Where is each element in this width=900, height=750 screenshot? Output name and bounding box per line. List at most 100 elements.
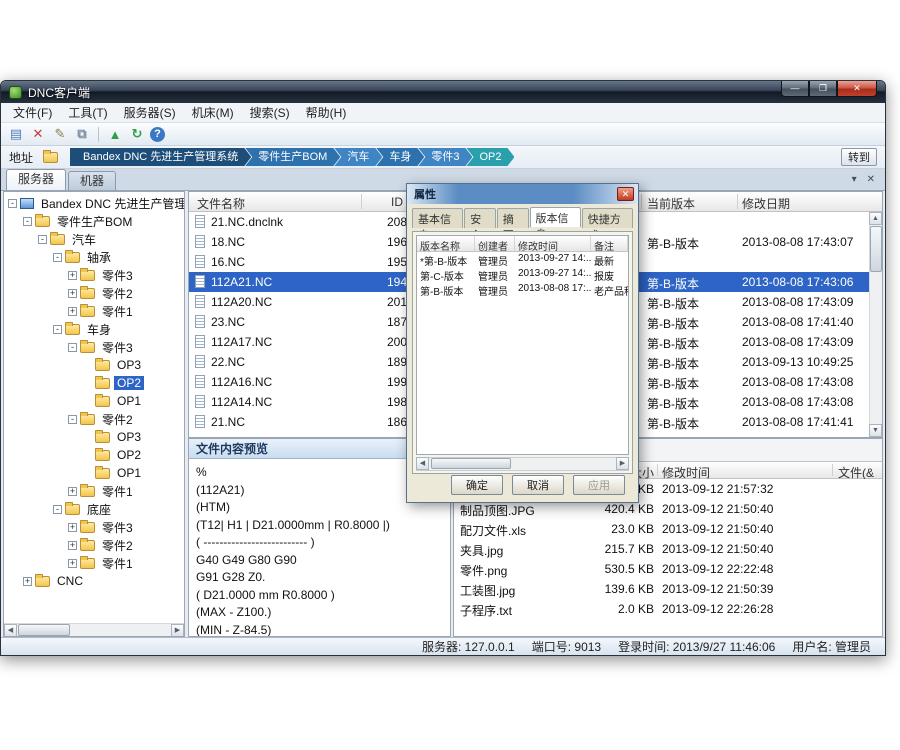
tab-server[interactable]: 服务器	[6, 169, 66, 190]
dialog-tab[interactable]: 摘要	[497, 208, 529, 228]
refresh-icon[interactable]: ↻	[128, 125, 146, 143]
tree-item[interactable]: OP1	[4, 392, 184, 410]
new-file-icon[interactable]: ▤	[7, 125, 25, 143]
tree-item[interactable]: -零件2	[4, 410, 184, 428]
scroll-down-icon[interactable]: ▼	[869, 424, 882, 437]
collapse-icon[interactable]: -	[53, 325, 62, 334]
close-button[interactable]: ✕	[837, 81, 877, 97]
help-icon[interactable]: ?	[150, 127, 165, 142]
expand-icon[interactable]: +	[68, 487, 77, 496]
collapse-icon[interactable]: -	[38, 235, 47, 244]
tree-item[interactable]: OP3	[4, 356, 184, 374]
breadcrumb-segment[interactable]: 零件3	[418, 148, 472, 166]
dialog-tab[interactable]: 快捷方式	[582, 208, 633, 228]
scroll-left-icon[interactable]: ◀	[4, 624, 17, 637]
column-current-version[interactable]: 当前版本	[647, 195, 695, 212]
cancel-button[interactable]: 取消	[512, 475, 564, 495]
scroll-right-icon[interactable]: ▶	[171, 624, 184, 637]
version-row[interactable]: 第-C-版本管理员2013-09-27 14:...报废	[417, 267, 628, 282]
tree-item[interactable]: +零件2	[4, 536, 184, 554]
tree-item[interactable]: -车身	[4, 320, 184, 338]
tree-item[interactable]: +零件3	[4, 518, 184, 536]
tab-machine[interactable]: 机器	[68, 171, 116, 190]
column-file-name[interactable]: 文件名称	[197, 195, 245, 212]
collapse-icon[interactable]: -	[23, 217, 32, 226]
tree-item[interactable]: -底座	[4, 500, 184, 518]
dialog-titlebar[interactable]: 属性 ✕	[407, 184, 638, 204]
breadcrumb-segment[interactable]: OP2	[466, 148, 514, 166]
column-id[interactable]: ID	[329, 195, 403, 209]
column-modify-time[interactable]: 修改时间	[515, 236, 591, 251]
dialog-horizontal-scrollbar[interactable]: ◀ ▶	[416, 457, 629, 471]
scroll-thumb[interactable]	[18, 624, 70, 636]
pane-menu-icon[interactable]: ▾	[852, 174, 857, 185]
tree-item[interactable]: +零件2	[4, 284, 184, 302]
tree-item[interactable]: -零件3	[4, 338, 184, 356]
tree-item[interactable]: -Bandex DNC 先进生产管理系统	[4, 194, 184, 212]
column-creator[interactable]: 创建者	[475, 236, 515, 251]
expand-icon[interactable]: +	[68, 523, 77, 532]
expand-icon[interactable]: +	[68, 541, 77, 550]
version-row[interactable]: 第-B-版本管理员2013-08-08 17:...老产品程序	[417, 282, 628, 297]
ok-button[interactable]: 确定	[451, 475, 503, 495]
dialog-tab[interactable]: 版本信息	[530, 207, 581, 227]
tree-item[interactable]: +零件1	[4, 482, 184, 500]
tree-item[interactable]: OP1	[4, 464, 184, 482]
go-button[interactable]: 转到	[841, 148, 877, 166]
scroll-up-icon[interactable]: ▲	[869, 212, 882, 225]
attachment-row[interactable]: 子程序.txt2.0 KB2013-09-12 22:26:28	[454, 599, 882, 619]
maximize-button[interactable]: ❐	[809, 81, 837, 97]
menu-item[interactable]: 机床(M)	[184, 102, 242, 123]
scroll-thumb[interactable]	[870, 226, 882, 272]
expand-icon[interactable]: +	[68, 559, 77, 568]
breadcrumb-segment[interactable]: 车身	[376, 148, 424, 166]
tree-item[interactable]: OP2	[4, 446, 184, 464]
menu-item[interactable]: 服务器(S)	[116, 102, 184, 123]
column-version-name[interactable]: 版本名称	[417, 236, 475, 251]
upload-icon[interactable]: ▲	[106, 125, 124, 143]
pane-close-icon[interactable]: ✕	[867, 174, 875, 185]
tree-item[interactable]: +零件1	[4, 554, 184, 572]
expand-icon[interactable]: +	[68, 271, 77, 280]
dialog-close-icon[interactable]: ✕	[617, 187, 634, 201]
tree-item[interactable]: +零件1	[4, 302, 184, 320]
collapse-icon[interactable]: -	[8, 199, 17, 208]
collapse-icon[interactable]: -	[53, 505, 62, 514]
collapse-icon[interactable]: -	[53, 253, 62, 262]
tree-item[interactable]: -汽车	[4, 230, 184, 248]
attachment-row[interactable]: 工装图.jpg139.6 KB2013-09-12 21:50:39	[454, 579, 882, 599]
tree-item[interactable]: -零件生产BOM	[4, 212, 184, 230]
scroll-thumb[interactable]	[431, 458, 511, 469]
collapse-icon[interactable]: -	[68, 415, 77, 424]
dialog-tab[interactable]: 基本信息	[412, 208, 463, 228]
copy-icon[interactable]: ⧉	[73, 125, 91, 143]
attachment-row[interactable]: 夹具.jpg215.7 KB2013-09-12 21:50:40	[454, 539, 882, 559]
edit-icon[interactable]: ✎	[51, 125, 69, 143]
tree-item[interactable]: OP3	[4, 428, 184, 446]
tree-item[interactable]: +CNC	[4, 572, 184, 590]
attachment-row[interactable]: 配刀文件.xls23.0 KB2013-09-12 21:50:40	[454, 519, 882, 539]
column-modified-date[interactable]: 修改日期	[742, 195, 790, 212]
expand-icon[interactable]: +	[68, 289, 77, 298]
attachment-row[interactable]: 零件.png530.5 KB2013-09-12 22:22:48	[454, 559, 882, 579]
tree-item[interactable]: -轴承	[4, 248, 184, 266]
delete-icon[interactable]: ✕	[29, 125, 47, 143]
column-note[interactable]: 备注	[591, 236, 628, 251]
collapse-icon[interactable]: -	[68, 343, 77, 352]
scroll-left-icon[interactable]: ◀	[416, 457, 429, 470]
titlebar[interactable]: DNC客户端 — ❐ ✕	[1, 81, 885, 103]
expand-icon[interactable]: +	[23, 577, 32, 586]
version-row[interactable]: *第-B-版本管理员2013-09-27 14:...最新	[417, 252, 628, 267]
expand-icon[interactable]: +	[68, 307, 77, 316]
breadcrumb-segment[interactable]: 零件生产BOM	[245, 148, 340, 166]
dialog-tab[interactable]: 安全	[464, 208, 496, 228]
breadcrumb-segment[interactable]: Bandex DNC 先进生产管理系统	[70, 148, 251, 166]
file-list-scrollbar[interactable]: ▲ ▼	[869, 212, 882, 437]
scroll-right-icon[interactable]: ▶	[616, 457, 629, 470]
minimize-button[interactable]: —	[781, 81, 809, 97]
tree-item[interactable]: OP2	[4, 374, 184, 392]
menu-item[interactable]: 搜索(S)	[242, 102, 298, 123]
tree-item[interactable]: +零件3	[4, 266, 184, 284]
tree-horizontal-scrollbar[interactable]: ◀ ▶	[4, 623, 184, 636]
breadcrumb-segment[interactable]: 汽车	[334, 148, 382, 166]
